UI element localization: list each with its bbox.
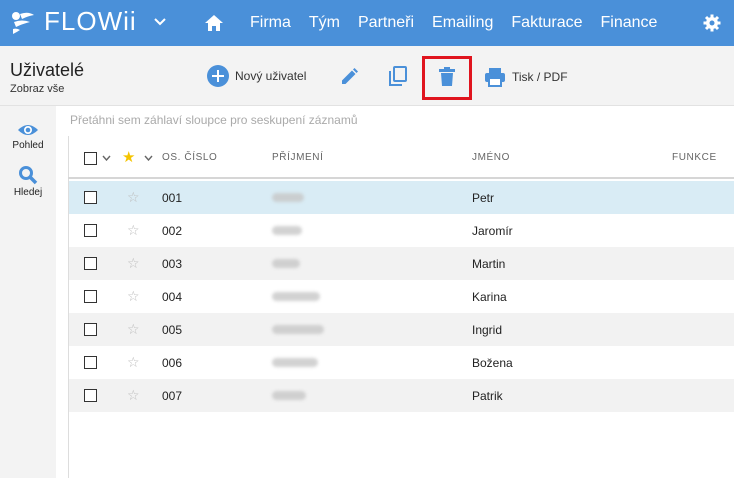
chevron-down-icon[interactable] xyxy=(102,155,111,161)
cell-surname-blurred xyxy=(272,325,324,334)
home-icon[interactable] xyxy=(204,13,224,33)
star-outline-icon[interactable]: ☆ xyxy=(127,387,140,404)
print-pdf-button[interactable]: Tisk / PDF xyxy=(484,67,568,87)
cell-first-name: Jaromír xyxy=(472,224,513,238)
table-row[interactable]: ☆ 002 Jaromír xyxy=(69,214,734,247)
cell-first-name: Patrik xyxy=(472,389,503,403)
table-row[interactable]: ☆ 003 Martin xyxy=(69,247,734,280)
chevron-down-icon[interactable] xyxy=(152,14,168,30)
nav-item-finance[interactable]: Finance xyxy=(601,14,658,32)
plus-icon xyxy=(207,65,229,87)
row-checkbox[interactable] xyxy=(84,290,97,303)
new-user-label: Nový uživatel xyxy=(235,69,307,83)
eye-icon xyxy=(18,125,38,135)
row-checkbox[interactable] xyxy=(84,323,97,336)
printer-icon xyxy=(485,68,505,87)
print-pdf-label: Tisk / PDF xyxy=(512,70,568,84)
star-outline-icon[interactable]: ☆ xyxy=(127,288,140,305)
cell-id: 006 xyxy=(162,356,183,370)
cell-id: 007 xyxy=(162,389,183,403)
row-checkbox[interactable] xyxy=(84,356,97,369)
table-row[interactable]: ☆ 004 Karina xyxy=(69,280,734,313)
new-user-button[interactable]: Nový uživatel xyxy=(207,65,306,87)
group-by-drop-zone[interactable]: Přetáhni sem záhlaví sloupce pro seskupe… xyxy=(70,113,358,127)
cell-id: 002 xyxy=(162,224,183,238)
cell-surname-blurred xyxy=(272,292,320,301)
rail-view-label: Pohled xyxy=(12,140,44,151)
nav-item-partneri[interactable]: Partneři xyxy=(358,14,414,32)
delete-icon[interactable] xyxy=(438,66,456,88)
table-row[interactable]: ☆ 007 Patrik xyxy=(69,379,734,412)
row-checkbox[interactable] xyxy=(84,389,97,402)
cell-id: 005 xyxy=(162,323,183,337)
top-nav-bar: FLOWii Firma Tým Partneři Emailing Faktu… xyxy=(0,0,734,46)
cell-first-name: Petr xyxy=(472,191,495,205)
cell-surname-blurred xyxy=(272,226,302,235)
column-header-surname[interactable]: PŘÍJMENÍ xyxy=(272,152,323,163)
rail-search-label: Hledej xyxy=(13,187,43,198)
page-filter-label[interactable]: Zobraz vše xyxy=(10,83,64,95)
cell-first-name: Karina xyxy=(472,290,507,304)
cell-first-name: Martin xyxy=(472,257,506,271)
nav-item-firma[interactable]: Firma xyxy=(250,14,291,32)
cell-id: 001 xyxy=(162,191,183,205)
cell-surname-blurred xyxy=(272,391,306,400)
cell-id: 004 xyxy=(162,290,183,304)
table-row[interactable]: ☆ 006 Božena xyxy=(69,346,734,379)
page-title: Uživatelé xyxy=(10,60,85,80)
row-checkbox[interactable] xyxy=(84,224,97,237)
copy-icon[interactable] xyxy=(388,66,408,88)
rail-view-button[interactable]: Pohled xyxy=(0,122,56,151)
nav-item-emailing[interactable]: Emailing xyxy=(432,14,493,32)
cell-id: 003 xyxy=(162,257,183,271)
rail-search-button[interactable]: Hledej xyxy=(0,165,56,198)
star-outline-icon[interactable]: ☆ xyxy=(127,189,140,206)
column-header-first-name[interactable]: JMÉNO xyxy=(472,152,510,163)
star-outline-icon[interactable]: ☆ xyxy=(127,255,140,272)
gear-icon[interactable] xyxy=(703,14,721,32)
star-outline-icon[interactable]: ☆ xyxy=(127,222,140,239)
main-nav: Firma Tým Partneři Emailing Fakturace Fi… xyxy=(204,0,675,46)
table-row[interactable]: ☆ 005 Ingrid xyxy=(69,313,734,346)
flowii-logo-icon xyxy=(12,11,34,34)
search-icon xyxy=(19,166,38,185)
cell-surname-blurred xyxy=(272,259,300,268)
cell-first-name: Božena xyxy=(472,356,513,370)
favorite-star-icon[interactable]: ★ xyxy=(122,148,135,166)
row-checkbox[interactable] xyxy=(84,191,97,204)
page-header: Uživatelé Zobraz vše Nový uživatel Tisk … xyxy=(0,46,734,106)
cell-surname-blurred xyxy=(272,358,318,367)
star-outline-icon[interactable]: ☆ xyxy=(127,321,140,338)
chevron-down-icon[interactable] xyxy=(144,155,153,161)
nav-item-tym[interactable]: Tým xyxy=(309,14,340,32)
cell-surname-blurred xyxy=(272,193,304,202)
row-checkbox[interactable] xyxy=(84,257,97,270)
left-rail: Pohled Hledej xyxy=(0,106,56,478)
brand-logo[interactable]: FLOWii xyxy=(8,6,137,37)
edit-icon[interactable] xyxy=(339,67,359,87)
nav-item-fakturace[interactable]: Fakturace xyxy=(511,14,582,32)
column-header-function[interactable]: FUNKCE xyxy=(672,152,717,163)
column-header-id[interactable]: OS. ČÍSLO xyxy=(162,152,217,163)
select-all-checkbox[interactable] xyxy=(84,152,97,165)
brand-name: FLOWii xyxy=(44,6,137,36)
star-outline-icon[interactable]: ☆ xyxy=(127,354,140,371)
grid-header-row: ★ OS. ČÍSLO PŘÍJMENÍ JMÉNO FUNKCE xyxy=(68,137,734,179)
table-row[interactable]: ☆ 001 Petr xyxy=(69,181,734,214)
cell-first-name: Ingrid xyxy=(472,323,503,337)
